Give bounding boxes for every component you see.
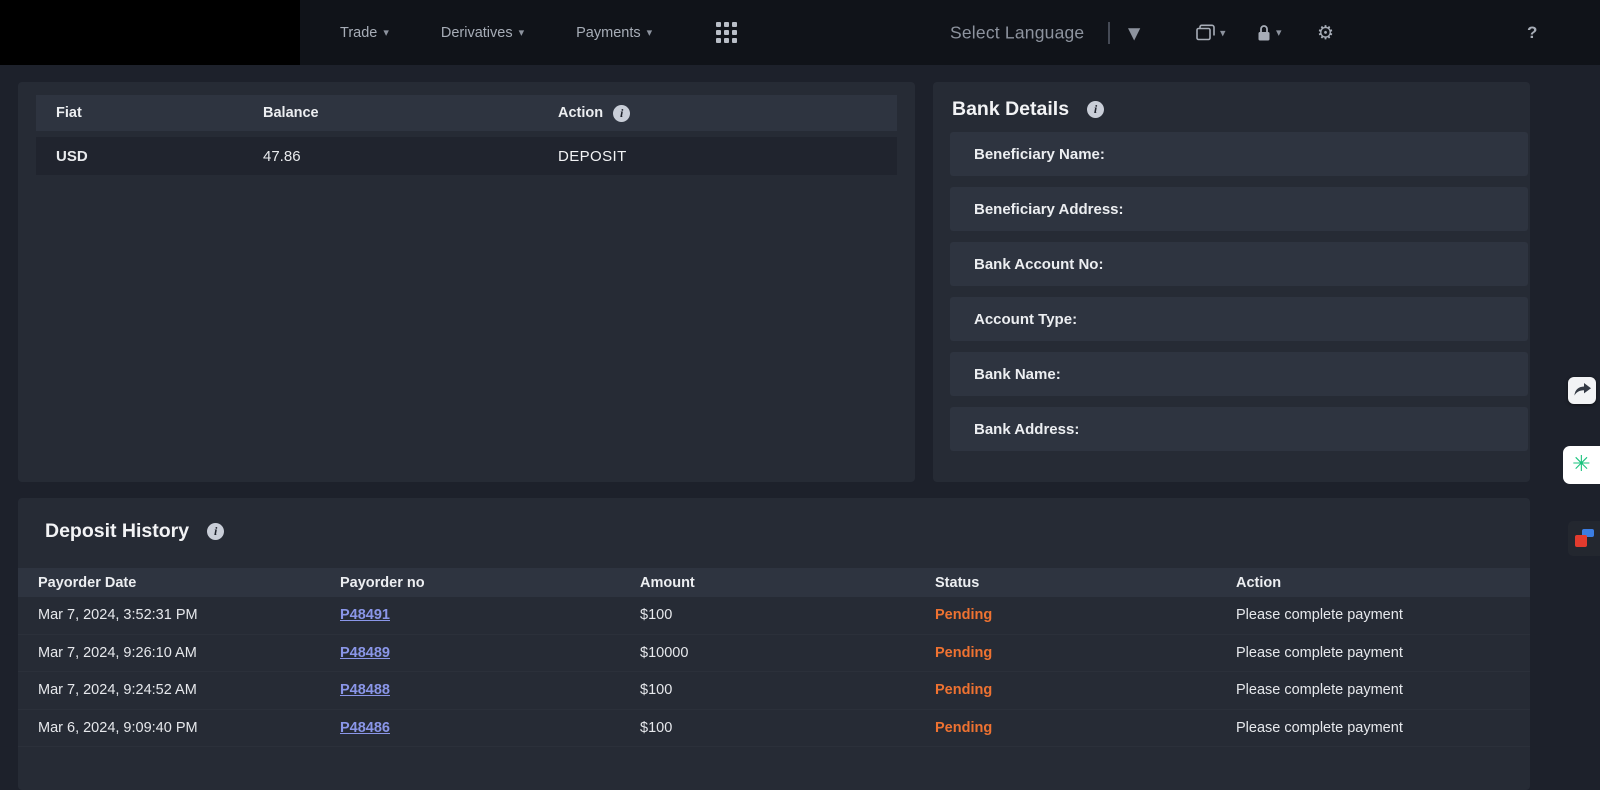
chatgpt-logo-icon: ✳ — [1572, 454, 1590, 476]
chevron-down-icon: ▾ — [383, 26, 389, 39]
bank-detail-row: Bank Address: — [950, 407, 1528, 451]
fiat-currency: USD — [56, 148, 263, 165]
chatgpt-extension-button[interactable]: ✳ — [1563, 446, 1600, 484]
payorder-date: Mar 7, 2024, 9:26:10 AM — [38, 645, 340, 661]
bank-detail-row: Account Type: — [950, 297, 1528, 341]
payorder-cell: P48486 — [340, 720, 640, 736]
bank-detail-label: Beneficiary Name: — [974, 146, 1105, 163]
history-row: Mar 7, 2024, 3:52:31 PMP48491 $100Pending… — [18, 597, 1530, 635]
history-header-row: Payorder Date Payorder no Amount Status … — [18, 568, 1530, 597]
bank-detail-row: Bank Account No: — [950, 242, 1528, 286]
help-icon[interactable]: ? — [1527, 23, 1537, 43]
header-status: Status — [935, 575, 1236, 591]
nav-derivatives[interactable]: Derivatives ▾ — [441, 25, 524, 41]
fiat-header-label: Fiat — [56, 105, 263, 121]
share-arrow-icon — [1574, 383, 1591, 398]
header-action: Action — [1236, 575, 1530, 591]
divider — [1108, 22, 1110, 44]
account-security-menu[interactable]: ▾ — [1256, 24, 1282, 42]
nav-trade[interactable]: Trade ▾ — [340, 25, 389, 41]
browser-extension-button[interactable] — [1568, 521, 1600, 556]
lock-icon — [1256, 24, 1272, 42]
payorder-date: Mar 6, 2024, 9:09:40 PM — [38, 720, 340, 736]
chevron-down-icon: ▾ — [647, 26, 653, 39]
header-amount: Amount — [640, 575, 935, 591]
action-text: Please complete payment — [1236, 645, 1530, 661]
bank-detail-label: Account Type: — [974, 311, 1077, 328]
bank-detail-row: Bank Name: — [950, 352, 1528, 396]
info-icon[interactable]: i — [207, 523, 224, 540]
bank-detail-label: Bank Address: — [974, 421, 1079, 438]
fiat-balance-panel: Fiat Balance Action i USD 47.86 DEPOSIT — [18, 82, 915, 482]
status-badge: Pending — [935, 720, 1236, 736]
payorder-cell: P48489 — [340, 645, 640, 661]
orders-menu[interactable]: ▾ — [1196, 24, 1226, 41]
bank-details-title-row: Bank Details i — [952, 98, 1104, 121]
action-text: Please complete payment — [1236, 720, 1530, 736]
status-badge: Pending — [935, 645, 1236, 661]
language-selector[interactable]: Select Language — [950, 22, 1084, 43]
fiat-table-header: Fiat Balance Action i — [36, 95, 897, 131]
history-row: Mar 7, 2024, 9:24:52 AMP48488 $100Pending… — [18, 672, 1530, 710]
history-rows: Mar 7, 2024, 3:52:31 PMP48491$100Pending… — [18, 597, 1530, 747]
history-row: Mar 7, 2024, 9:26:10 AMP48489 $10000Pendi… — [18, 635, 1530, 673]
bank-details-panel: Bank Details i Beneficiary Name:Benefici… — [933, 82, 1530, 482]
deposit-history-panel: Deposit History i Payorder Date Payorder… — [18, 498, 1530, 790]
amount-value: $100 — [640, 720, 935, 736]
nav-payments[interactable]: Payments ▾ — [576, 25, 652, 41]
amount-value: $10000 — [640, 645, 935, 661]
documents-icon — [1196, 24, 1216, 41]
payorder-date: Mar 7, 2024, 9:24:52 AM — [38, 682, 340, 698]
info-icon[interactable]: i — [1087, 101, 1104, 118]
bank-detail-row: Beneficiary Address: — [950, 187, 1528, 231]
header-payorder-no: Payorder no — [340, 575, 640, 591]
nav-payments-label: Payments — [576, 25, 640, 41]
action-text: Please complete payment — [1236, 682, 1530, 698]
deposit-history-title: Deposit History — [45, 520, 189, 543]
balance-header-label: Balance — [263, 105, 558, 121]
payorder-link[interactable]: P48491 — [340, 607, 390, 623]
chevron-down-icon: ▾ — [1276, 26, 1282, 39]
fiat-balance-value: 47.86 — [263, 148, 558, 165]
payorder-date: Mar 7, 2024, 3:52:31 PM — [38, 607, 340, 623]
apps-grid-icon[interactable] — [716, 22, 737, 43]
nav-trade-label: Trade — [340, 25, 377, 41]
deposit-history-title-row: Deposit History i — [45, 520, 224, 543]
bank-detail-row: Beneficiary Name: — [950, 132, 1528, 176]
status-badge: Pending — [935, 607, 1236, 623]
action-header-label: Action — [558, 105, 603, 121]
bank-detail-label: Bank Name: — [974, 366, 1061, 383]
nav-derivatives-label: Derivatives — [441, 25, 513, 41]
main-menu: Trade ▾ Derivatives ▾ Payments ▾ — [340, 0, 737, 65]
status-badge: Pending — [935, 682, 1236, 698]
deposit-button[interactable]: DEPOSIT — [558, 148, 897, 165]
chevron-down-icon: ▾ — [1220, 26, 1226, 39]
history-row: Mar 6, 2024, 9:09:40 PMP48486 $100Pending… — [18, 710, 1530, 748]
payorder-link[interactable]: P48486 — [340, 720, 390, 736]
info-icon[interactable]: i — [613, 105, 630, 122]
payorder-cell: P48491 — [340, 607, 640, 623]
settings-gear-icon[interactable]: ⚙ — [1317, 22, 1334, 44]
language-caret-icon[interactable]: ▼ — [1128, 23, 1140, 42]
extension-shape-icon — [1575, 535, 1587, 547]
deposit-history-table: Payorder Date Payorder no Amount Status … — [18, 568, 1530, 747]
fiat-row-usd: USD 47.86 DEPOSIT — [36, 137, 897, 175]
top-navigation: Trade ▾ Derivatives ▾ Payments ▾ Select … — [0, 0, 1600, 65]
site-logo[interactable] — [0, 0, 300, 65]
header-payorder-date: Payorder Date — [38, 575, 340, 591]
bank-detail-label: Bank Account No: — [974, 256, 1103, 273]
chevron-down-icon: ▾ — [519, 26, 525, 39]
amount-value: $100 — [640, 682, 935, 698]
payorder-cell: P48488 — [340, 682, 640, 698]
bank-details-title: Bank Details — [952, 98, 1069, 121]
share-shortcut-button[interactable] — [1568, 377, 1596, 404]
payorder-link[interactable]: P48488 — [340, 682, 390, 698]
bank-details-rows: Beneficiary Name: Beneficiary Address: Ban… — [950, 132, 1528, 451]
bank-detail-label: Beneficiary Address: — [974, 201, 1124, 218]
amount-value: $100 — [640, 607, 935, 623]
payorder-link[interactable]: P48489 — [340, 645, 390, 661]
action-text: Please complete payment — [1236, 607, 1530, 623]
